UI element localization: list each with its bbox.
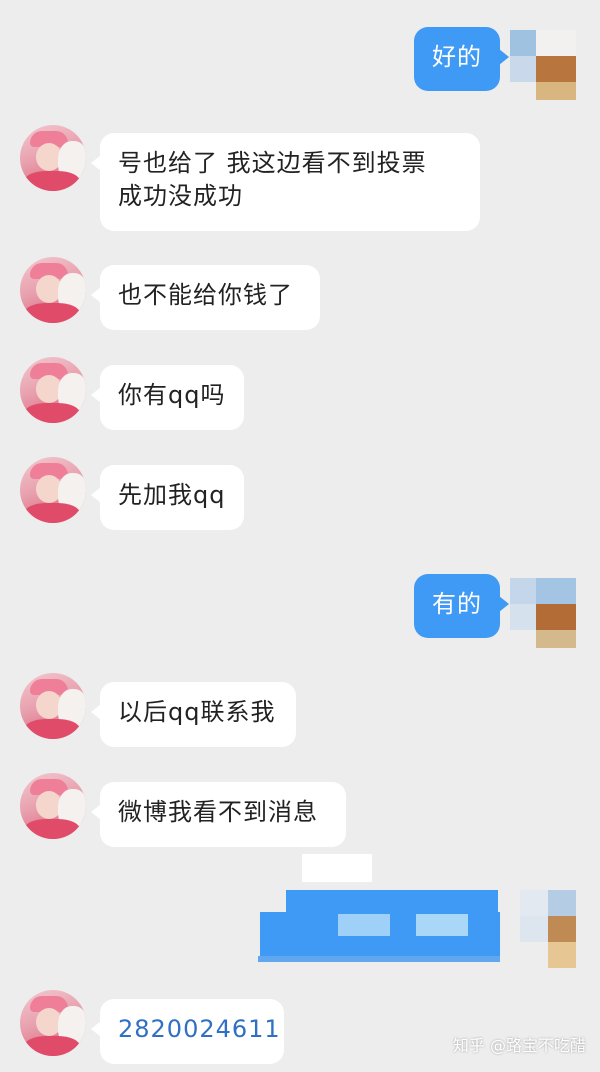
my-avatar[interactable] xyxy=(510,578,576,648)
mosaic-tile xyxy=(258,956,500,962)
incoming-message-bubble[interactable]: 你有qq吗 xyxy=(91,365,244,430)
contact-avatar[interactable] xyxy=(20,125,86,191)
mosaic-tile xyxy=(416,914,468,936)
incoming-message-bubble[interactable]: 微博我看不到消息 xyxy=(91,782,346,847)
outgoing-message-bubble[interactable]: 好的 xyxy=(414,27,509,91)
avatar-shirt xyxy=(24,303,80,323)
avatar-mosaic-tile xyxy=(548,916,576,942)
watermark: 知乎 @路宝不吃醋 xyxy=(452,1036,586,1055)
mosaic-tile xyxy=(302,854,372,882)
message-text: 先加我qq xyxy=(118,481,226,509)
contact-avatar[interactable] xyxy=(20,673,86,739)
incoming-message-bubble[interactable]: 2820024611 xyxy=(91,999,284,1064)
incoming-message-bubble[interactable]: 号也给了 我这边看不到投票 成功没成功 xyxy=(91,133,480,231)
avatar-mosaic-tile xyxy=(510,30,536,56)
avatar-shirt xyxy=(24,819,80,839)
incoming-message-bubble[interactable]: 以后qq联系我 xyxy=(91,682,296,747)
avatar-shirt xyxy=(24,503,80,523)
chat-thread[interactable]: 好的 号也给了 我这边看不到投票 成功没成功 也不能给你钱了 你有qq吗 先加我… xyxy=(0,0,600,1072)
avatar-mosaic-tile xyxy=(536,30,576,56)
contact-avatar[interactable] xyxy=(20,990,86,1056)
contact-avatar[interactable] xyxy=(20,457,86,523)
avatar-mosaic-tile xyxy=(510,56,536,82)
contact-avatar[interactable] xyxy=(20,773,86,839)
avatar-mosaic-tile xyxy=(536,578,576,604)
avatar-mosaic-tile xyxy=(520,890,548,916)
contact-avatar[interactable] xyxy=(20,257,86,323)
outgoing-message-bubble[interactable]: 有的 xyxy=(414,574,509,638)
message-text: 你有qq吗 xyxy=(118,381,226,409)
avatar-shirt xyxy=(24,171,80,191)
my-avatar[interactable] xyxy=(520,890,576,970)
avatar-mosaic-tile xyxy=(520,916,548,942)
message-text: 也不能给你钱了 xyxy=(118,281,293,309)
message-text: 有的 xyxy=(432,590,482,618)
avatar-mosaic-tile xyxy=(536,630,576,648)
mosaic-tile xyxy=(338,914,390,936)
pixelated-outgoing-message[interactable] xyxy=(258,854,500,962)
avatar-mosaic-tile xyxy=(536,56,576,82)
avatar-mosaic-tile xyxy=(510,604,536,630)
message-text-line: 成功没成功 xyxy=(118,182,243,210)
avatar-mosaic-tile xyxy=(510,578,536,604)
message-text-line: 号也给了 我这边看不到投票 xyxy=(118,149,427,177)
avatar-mosaic-tile xyxy=(536,604,576,630)
avatar-mosaic-tile xyxy=(548,942,576,968)
contact-avatar[interactable] xyxy=(20,357,86,423)
phone-number-link[interactable]: 2820024611 xyxy=(118,1015,281,1043)
message-text: 微博我看不到消息 xyxy=(118,798,318,826)
incoming-message-bubble[interactable]: 也不能给你钱了 xyxy=(91,265,320,330)
incoming-message-bubble[interactable]: 先加我qq xyxy=(91,465,244,530)
avatar-mosaic-tile xyxy=(536,82,576,100)
message-text: 以后qq联系我 xyxy=(118,698,276,726)
avatar-shirt xyxy=(24,1036,80,1056)
my-avatar[interactable] xyxy=(510,30,576,100)
message-text: 好的 xyxy=(432,43,482,71)
avatar-shirt xyxy=(24,719,80,739)
avatar-shirt xyxy=(24,403,80,423)
avatar-mosaic-tile xyxy=(548,890,576,916)
